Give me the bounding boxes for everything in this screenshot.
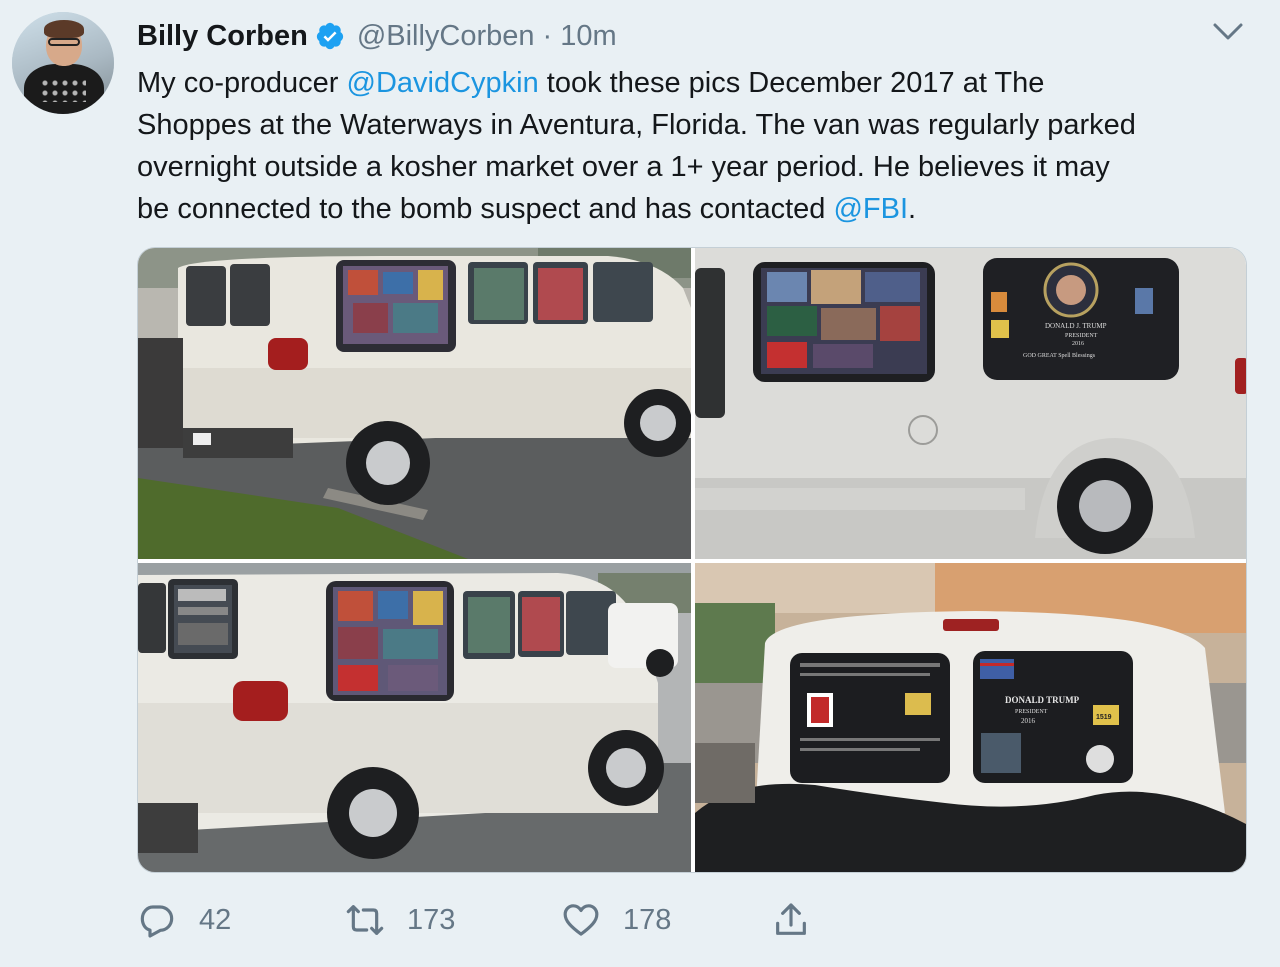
tweet-text: My co-producer @DavidCypkin took these p… [137, 62, 1247, 230]
tweet-text-part: . [908, 193, 917, 225]
tweet-text-line-2: Shoppes at the Waterways in Aventura, Fl… [137, 109, 1136, 141]
mention-fbi[interactable]: @FBI [833, 193, 908, 225]
tweet-header: Billy Corben @BillyCorben · 10m [137, 16, 617, 56]
tweet-text-line-1: My co-producer @DavidCypkin took these p… [137, 62, 1247, 104]
tweet-text-part: took these pics December 2017 at The [538, 67, 1045, 99]
avatar[interactable] [12, 12, 114, 114]
photo-3[interactable] [138, 563, 691, 872]
avatar-glasses [48, 38, 80, 46]
window-text: PRESIDENT [1015, 709, 1048, 715]
mention-davidcypkin[interactable]: @DavidCypkin [347, 67, 539, 99]
van-photo-2: DONALD J. TRUMP PRESIDENT 2016 GOD GREAT… [695, 248, 1246, 559]
heart-icon [563, 904, 599, 936]
chevron-down-icon[interactable] [1212, 20, 1244, 44]
photo-4[interactable]: DONALD TRUMP PRESIDENT 2016 1519 [695, 563, 1246, 872]
van-photo-1 [138, 248, 691, 559]
avatar-hair [44, 20, 84, 38]
retweet-count: 173 [407, 903, 456, 936]
retweet-button[interactable]: 173 [345, 890, 455, 950]
reply-count: 42 [199, 903, 232, 936]
author-handle[interactable]: @BillyCorben [357, 20, 535, 53]
tweet-text-part: My co-producer [137, 67, 347, 99]
tweet-text-line-4: be connected to the bomb suspect and has… [137, 188, 1247, 230]
window-text: PRESIDENT [1065, 333, 1098, 339]
like-count: 178 [623, 903, 672, 936]
photo-1[interactable] [138, 248, 691, 559]
tweet-text-line-3: overnight outside a kosher market over a… [137, 151, 1110, 183]
share-button[interactable] [771, 890, 811, 950]
tweet-text-part: be connected to the bomb suspect and has… [137, 193, 834, 225]
like-button[interactable]: 178 [561, 890, 671, 950]
author-name[interactable]: Billy Corben [137, 20, 308, 53]
media-grid: DONALD J. TRUMP PRESIDENT 2016 GOD GREAT… [137, 247, 1247, 873]
share-icon [776, 903, 806, 935]
action-bar: 42 173 178 [137, 890, 1247, 950]
window-text: DONALD TRUMP [1005, 695, 1080, 705]
window-text: DONALD J. TRUMP [1045, 322, 1107, 330]
reply-button[interactable]: 42 [137, 890, 231, 950]
window-text: GOD GREAT Spell Blessings [1023, 353, 1096, 359]
tweet: Billy Corben @BillyCorben · 10m My co-pr… [0, 0, 1280, 967]
van-photo-3 [138, 563, 691, 872]
avatar-shirt-pattern [40, 78, 86, 102]
window-text: 1519 [1096, 714, 1112, 721]
reply-icon [140, 905, 174, 938]
photo-2[interactable]: DONALD J. TRUMP PRESIDENT 2016 GOD GREAT… [695, 248, 1246, 559]
retweet-icon [346, 905, 384, 935]
van-photo-4: DONALD TRUMP PRESIDENT 2016 1519 [695, 563, 1246, 872]
window-text: 2016 [1072, 341, 1084, 347]
verified-badge-icon [316, 22, 343, 50]
tweet-timestamp[interactable]: 10m [560, 20, 616, 53]
separator-dot: · [542, 19, 553, 52]
window-text: 2016 [1021, 717, 1036, 725]
